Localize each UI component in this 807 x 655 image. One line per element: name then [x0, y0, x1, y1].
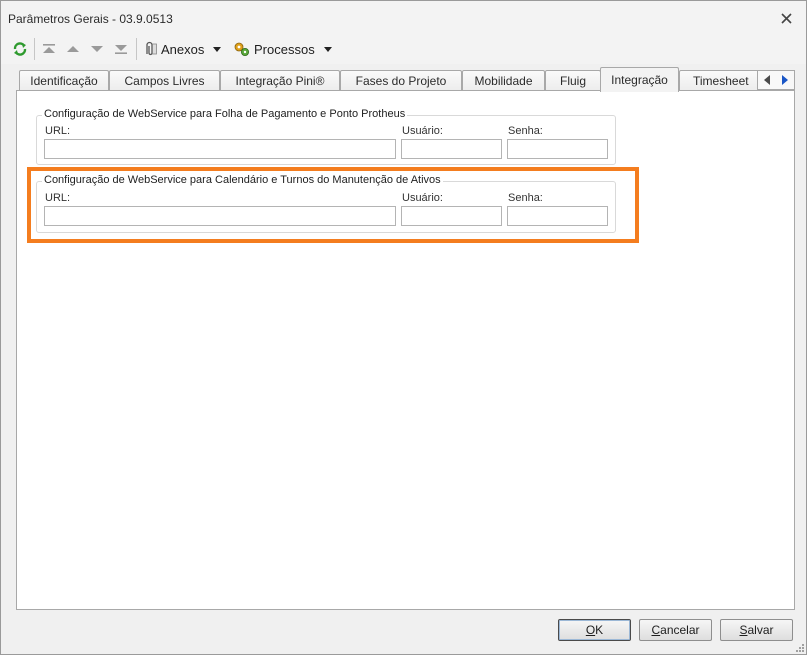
chevron-down-icon — [323, 46, 332, 52]
processos-button[interactable]: Processos — [233, 37, 333, 61]
scroll-right-icon[interactable] — [780, 74, 790, 86]
ok-accelerator: O — [585, 623, 596, 637]
password-label: Senha: — [508, 192, 543, 204]
last-record-icon — [115, 45, 127, 54]
tab-mobilidade[interactable]: Mobilidade — [462, 70, 545, 91]
tab-fases-do-projeto[interactable]: Fases do Projeto — [340, 70, 462, 91]
cancel-label: ancelar — [660, 623, 700, 637]
tab-campos-livres[interactable]: Campos Livres — [109, 70, 220, 91]
tab-identificacao[interactable]: Identificação — [19, 70, 109, 91]
gears-icon — [234, 42, 249, 56]
user-label: Usuário: — [402, 125, 443, 137]
password-label: Senha: — [508, 125, 543, 137]
tab-fluig[interactable]: Fluig — [545, 70, 601, 91]
anexos-button[interactable]: Anexos — [142, 37, 226, 61]
refresh-icon — [13, 42, 27, 56]
tab-strip: Identificação Campos Livres Integração P… — [1, 67, 806, 92]
url-label: URL: — [45, 125, 71, 137]
user-input[interactable] — [401, 139, 502, 159]
toolbar-separator — [34, 38, 35, 60]
group-title: Configuração de WebService para Folha de… — [42, 108, 408, 120]
close-button[interactable] — [777, 10, 795, 26]
url-label: URL: — [45, 192, 71, 204]
window-title: Parâmetros Gerais - 03.9.0513 — [8, 12, 173, 26]
tab-integracao-pini[interactable]: Integração Pini® — [220, 70, 340, 91]
next-record-button[interactable] — [87, 37, 107, 61]
toolbar: Anexos Processos — [1, 34, 806, 64]
previous-record-button[interactable] — [63, 37, 83, 61]
resize-grip-icon[interactable] — [793, 641, 805, 653]
down-arrow-icon — [91, 46, 103, 52]
tab-label: Integração Pini® — [235, 74, 325, 88]
window: Parâmetros Gerais - 03.9.0513 Anexos Pro… — [0, 0, 807, 655]
tab-label: Timesheet — [693, 74, 749, 88]
tab-label: Mobilidade — [474, 74, 533, 88]
cancel-button[interactable]: Cancelar — [639, 619, 712, 641]
tab-panel-integracao: Configuração de WebService para Folha de… — [16, 90, 795, 610]
up-arrow-icon — [67, 46, 79, 52]
tab-label: Fluig — [559, 74, 586, 88]
ok-label: K — [595, 623, 604, 637]
tab-label: Campos Livres — [124, 74, 205, 88]
group-title: Configuração de WebService para Calendár… — [42, 174, 443, 186]
url-input[interactable] — [44, 206, 396, 226]
tab-label: Integração — [611, 73, 668, 87]
chevron-down-icon — [213, 46, 222, 52]
save-accelerator: S — [739, 623, 748, 637]
url-input[interactable] — [44, 139, 396, 159]
close-icon — [780, 12, 792, 24]
scroll-left-icon[interactable] — [762, 74, 772, 86]
tab-integracao[interactable]: Integração — [600, 67, 679, 92]
toolbar-separator — [136, 38, 137, 60]
paperclip-icon — [146, 41, 157, 56]
user-input[interactable] — [401, 206, 502, 226]
user-label: Usuário: — [402, 192, 443, 204]
tab-timesheet[interactable]: Timesheet — [679, 70, 759, 91]
anexos-label: Anexos — [161, 41, 205, 57]
tab-label: Identificação — [30, 74, 98, 88]
password-input[interactable] — [507, 206, 608, 226]
title-bar: Parâmetros Gerais - 03.9.0513 — [1, 1, 806, 34]
refresh-button[interactable] — [9, 37, 31, 61]
ok-button[interactable]: OK — [558, 619, 631, 641]
save-button[interactable]: Salvar — [720, 619, 793, 641]
tab-label: Fases do Projeto — [355, 74, 447, 88]
cancel-accelerator: C — [651, 623, 661, 637]
processos-label: Processos — [254, 41, 315, 57]
tab-scroller — [757, 70, 795, 90]
webservice-calendario-group: Configuração de WebService para Calendár… — [36, 174, 616, 233]
first-record-button[interactable] — [39, 37, 59, 61]
last-record-button[interactable] — [111, 37, 131, 61]
save-label: alvar — [747, 623, 774, 637]
first-record-icon — [43, 44, 55, 53]
webservice-folha-group: Configuração de WebService para Folha de… — [36, 108, 616, 165]
password-input[interactable] — [507, 139, 608, 159]
